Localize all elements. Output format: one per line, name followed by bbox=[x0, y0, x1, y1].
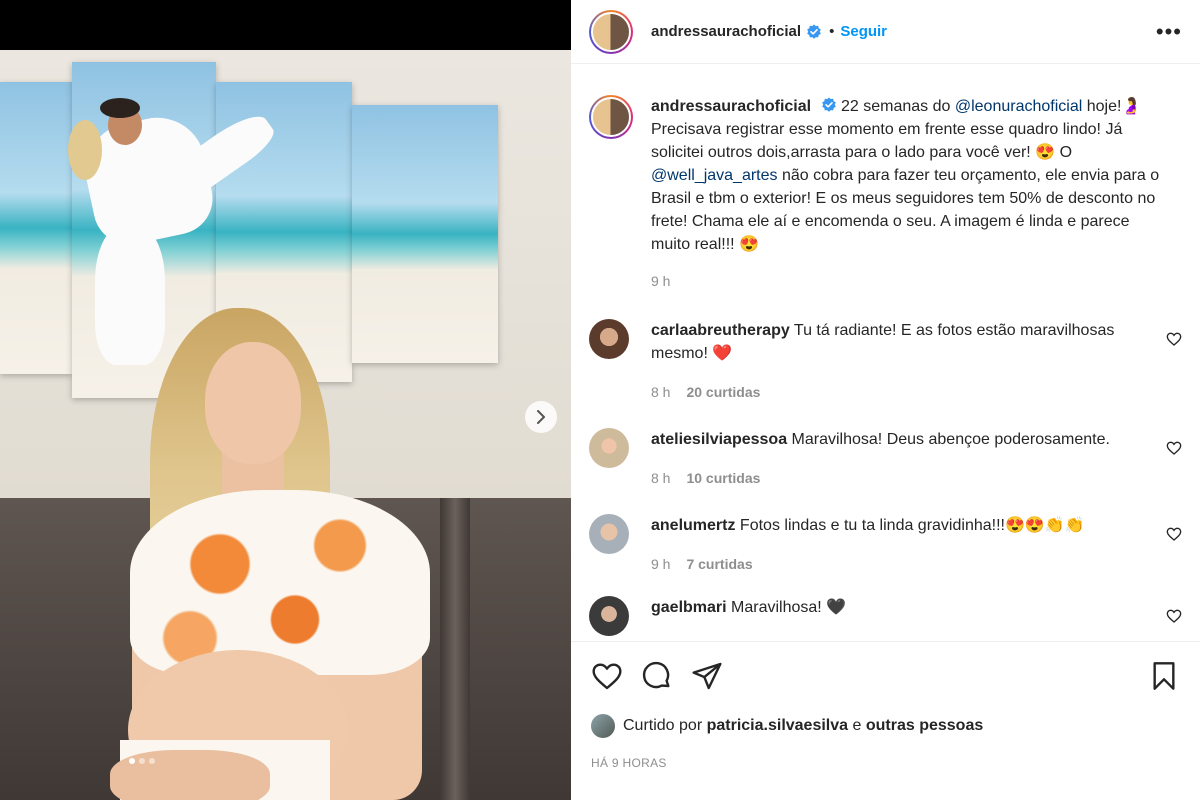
verified-badge-icon bbox=[807, 24, 821, 39]
comment-avatar[interactable] bbox=[589, 514, 629, 554]
heart-icon[interactable] bbox=[1166, 608, 1182, 624]
liked-by: Curtido por patricia.silvaesilva e outra… bbox=[591, 714, 1180, 738]
comment-icon[interactable] bbox=[641, 660, 673, 692]
heart-icon[interactable] bbox=[1166, 526, 1182, 542]
chevron-right-icon bbox=[537, 410, 545, 424]
caption-time: 9 h bbox=[651, 273, 671, 289]
comment-likes[interactable]: 20 curtidas bbox=[686, 384, 760, 400]
comment-text: Fotos lindas e tu ta linda gravidinha!!!… bbox=[739, 517, 1085, 534]
comment-username[interactable]: ateliesilviapessoa bbox=[651, 431, 787, 448]
comment-username[interactable]: carlaabreutherapy bbox=[651, 322, 790, 339]
others-link[interactable]: outras pessoas bbox=[866, 717, 983, 735]
carousel-dot bbox=[129, 758, 135, 764]
comment: anelumertz Fotos lindas e tu ta linda gr… bbox=[589, 514, 1182, 576]
liker-avatar[interactable] bbox=[591, 714, 615, 738]
comment-time: 8 h bbox=[651, 384, 671, 400]
comment-username[interactable]: anelumertz bbox=[651, 517, 735, 534]
comment-likes[interactable]: 10 curtidas bbox=[686, 470, 760, 486]
comment: carlaabreutherapy Tu tá radiante! E as f… bbox=[589, 319, 1182, 404]
post-photo bbox=[0, 50, 571, 800]
comment-text: Maravilhosa! Deus abençoe poderosamente. bbox=[791, 431, 1110, 448]
caption-text: 22 semanas do bbox=[840, 98, 955, 115]
post-media bbox=[0, 0, 571, 800]
liked-by-middle: e bbox=[852, 717, 862, 734]
author-username[interactable]: andressaurachoficial bbox=[651, 23, 801, 40]
more-options-button[interactable]: ••• bbox=[1156, 20, 1182, 43]
comment-avatar[interactable] bbox=[589, 428, 629, 468]
heart-icon[interactable] bbox=[1166, 440, 1182, 456]
comment-time: 8 h bbox=[651, 470, 671, 486]
instagram-post: andressaurachoficial • Seguir ••• andres… bbox=[0, 0, 1200, 800]
bookmark-icon[interactable] bbox=[1148, 660, 1180, 692]
like-icon[interactable] bbox=[591, 660, 623, 692]
caption-avatar[interactable] bbox=[589, 95, 633, 139]
post-details: andressaurachoficial • Seguir ••• andres… bbox=[571, 0, 1200, 800]
liker-username[interactable]: patricia.silvaesilva bbox=[707, 717, 848, 735]
comment-time: 9 h bbox=[651, 556, 671, 572]
comment: ateliesilviapessoa Maravilhosa! Deus abe… bbox=[589, 428, 1182, 490]
author-avatar[interactable] bbox=[589, 9, 633, 54]
comment-avatar[interactable] bbox=[589, 596, 629, 636]
share-icon[interactable] bbox=[691, 660, 723, 692]
follow-button[interactable]: Seguir bbox=[840, 23, 887, 40]
caption-username[interactable]: andressaurachoficial bbox=[651, 98, 811, 115]
caption: andressaurachoficial 22 semanas do @leon… bbox=[589, 95, 1182, 293]
post-timestamp[interactable]: HÁ 9 HORAS bbox=[591, 756, 1180, 770]
comments-section[interactable]: andressaurachoficial 22 semanas do @leon… bbox=[571, 65, 1200, 640]
comment: gaelbmari Maravilhosa! 🖤 bbox=[589, 596, 1182, 636]
heart-icon[interactable] bbox=[1166, 331, 1182, 347]
separator-bullet: • bbox=[829, 23, 835, 40]
comment-text: Maravilhosa! 🖤 bbox=[731, 599, 847, 616]
mention-link[interactable]: @well_java_artes bbox=[651, 167, 778, 184]
carousel-dot bbox=[149, 758, 155, 764]
carousel-next-button[interactable] bbox=[525, 401, 557, 433]
mention-link[interactable]: @leonurachoficial bbox=[955, 98, 1082, 115]
comment-avatar[interactable] bbox=[589, 319, 629, 359]
carousel-dot bbox=[139, 758, 145, 764]
comment-likes[interactable]: 7 curtidas bbox=[686, 556, 752, 572]
post-header: andressaurachoficial • Seguir ••• bbox=[571, 0, 1200, 64]
liked-by-prefix: Curtido por bbox=[623, 717, 703, 734]
verified-badge-icon bbox=[821, 97, 836, 112]
comment-username[interactable]: gaelbmari bbox=[651, 599, 727, 616]
carousel-indicator bbox=[129, 758, 155, 764]
post-actions: Curtido por patricia.silvaesilva e outra… bbox=[571, 641, 1200, 800]
